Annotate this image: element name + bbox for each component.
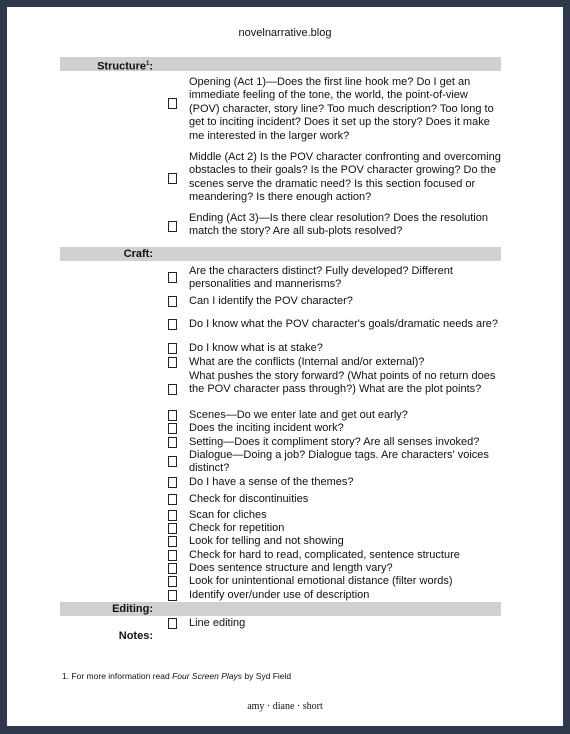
checkbox[interactable] <box>168 563 177 574</box>
checklist-item-text: Opening (Act 1)—Does the first line hook… <box>189 76 494 142</box>
checklist-item-text: Check for hard to read, complicated, sen… <box>189 549 460 561</box>
checklist-item-text: Scenes—Do we enter late and get out earl… <box>189 409 408 421</box>
notes-label: Notes: <box>118 630 153 642</box>
page-title: novelnarrative.blog <box>238 27 332 39</box>
checkbox[interactable] <box>168 550 177 561</box>
checkbox[interactable] <box>168 437 177 448</box>
checkbox[interactable] <box>168 272 177 283</box>
section-label-craft: Craft: <box>123 248 153 260</box>
checkbox[interactable] <box>168 357 177 368</box>
checkbox[interactable] <box>168 343 177 354</box>
checkbox[interactable] <box>168 296 177 307</box>
checkbox[interactable] <box>168 319 177 330</box>
checkbox[interactable] <box>168 221 177 232</box>
section-band-structure: Structure1: <box>60 57 501 73</box>
section-band-editing: Editing: <box>60 602 501 616</box>
section-label-structure: Structure1: <box>97 60 153 73</box>
checklist-item-text: Do I know what is at stake? <box>189 342 323 354</box>
checkbox[interactable] <box>168 173 177 184</box>
checklist-item-text: Dialogue—Doing a job? Dialogue tags. Are… <box>189 449 489 475</box>
checklist-item-text: Look for unintentional emotional distanc… <box>189 575 453 587</box>
checklist-item-text: Can I identify the POV character? <box>189 295 353 307</box>
checkbox[interactable] <box>168 410 177 421</box>
checklist-item-text: Setting—Does it compliment story? Are al… <box>189 436 480 448</box>
checkbox[interactable] <box>168 618 177 629</box>
checklist-item-text: Check for repetition <box>189 522 285 534</box>
checkbox[interactable] <box>168 590 177 601</box>
checklist-item-text: Middle (Act 2) Is the POV character conf… <box>189 151 501 204</box>
checklist-item-text: Does sentence structure and length vary? <box>189 562 393 574</box>
checklist-item-text: Line editing <box>189 617 246 629</box>
checklist-item-text: Are the characters distinct? Fully devel… <box>189 265 453 291</box>
checkbox[interactable] <box>168 98 177 109</box>
checklist-item-text: Scan for cliches <box>189 509 267 521</box>
checklist-item-text: Identify over/under use of description <box>189 589 370 601</box>
checklist-item-text: What pushes the story forward? (What poi… <box>189 370 496 396</box>
footnote: 1. For more information read Four Screen… <box>62 671 292 681</box>
checkbox[interactable] <box>168 576 177 587</box>
checklist-item-text: Do I know what the POV character's goals… <box>189 318 499 330</box>
checkbox[interactable] <box>168 384 177 395</box>
checkbox[interactable] <box>168 477 177 488</box>
checklist-item-text: What are the conflicts (Internal and/or … <box>189 356 425 368</box>
checklist-item-text: Do I have a sense of the themes? <box>189 476 354 488</box>
checkbox[interactable] <box>168 523 177 534</box>
checklist-item-text: Look for telling and not showing <box>189 535 344 547</box>
section-band-craft: Craft: <box>60 247 501 261</box>
checkbox[interactable] <box>168 510 177 521</box>
checklist-item-text: Does the inciting incident work? <box>189 422 344 434</box>
section-label-editing: Editing: <box>112 603 153 615</box>
checkbox[interactable] <box>168 494 177 505</box>
checkbox[interactable] <box>168 456 177 467</box>
checkbox[interactable] <box>168 423 177 434</box>
signature: amy · diane · short <box>247 701 323 712</box>
checkbox[interactable] <box>168 536 177 547</box>
checklist-item-text: Ending (Act 3)—Is there clear resolution… <box>189 212 488 238</box>
checklist-item-text: Check for discontinuities <box>189 493 309 505</box>
